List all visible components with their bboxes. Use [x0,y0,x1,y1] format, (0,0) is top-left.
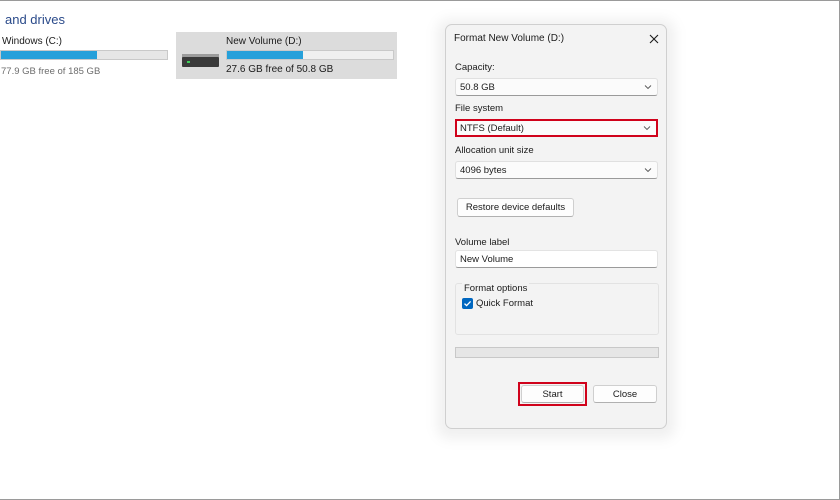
drive-free-space: 77.9 GB free of 185 GB [1,66,101,77]
chevron-down-icon [643,126,651,131]
drive-name: Windows (C:) [2,36,63,47]
close-button[interactable]: Close [593,385,657,403]
section-title: and drives [5,12,65,27]
drive-usage-fill [1,51,98,59]
chevron-down-icon [644,168,652,173]
allocation-select[interactable]: 4096 bytes [455,161,658,179]
drive-tile-d[interactable]: New Volume (D:) 27.6 GB free of 50.8 GB [176,32,397,79]
volume-label-label: Volume label [455,237,510,248]
restore-defaults-button[interactable]: Restore device defaults [457,198,574,217]
capacity-label: Capacity: [455,62,495,73]
explorer-window: and drives Windows (C:) 77.9 GB free of … [0,0,840,500]
volume-label-input[interactable]: New Volume [455,250,658,268]
chevron-down-icon [644,85,652,90]
close-icon[interactable] [645,30,663,48]
dialog-title: Format New Volume (D:) [454,33,565,44]
file-system-value: NTFS (Default) [460,123,524,134]
drive-usage-bar [0,50,168,60]
drive-tile-c[interactable]: Windows (C:) 77.9 GB free of 185 GB [0,33,172,77]
allocation-value: 4096 bytes [460,165,507,176]
drive-usage-fill [227,51,304,59]
quick-format-label: Quick Format [476,298,534,309]
format-options-label: Format options [462,283,530,294]
capacity-select[interactable]: 50.8 GB [455,78,658,96]
hard-drive-icon [182,54,219,68]
file-system-select[interactable]: NTFS (Default) [455,119,658,137]
format-progress-bar [455,347,659,358]
checkmark-icon [462,298,473,309]
file-system-label: File system [455,103,504,114]
drive-free-space: 27.6 GB free of 50.8 GB [226,64,334,75]
quick-format-checkbox[interactable]: Quick Format [462,298,533,309]
allocation-label: Allocation unit size [455,145,534,156]
format-options-group: Format options Quick Format [455,283,659,335]
drive-usage-bar [226,50,394,60]
drive-name: New Volume (D:) [226,36,302,47]
format-dialog: Format New Volume (D:) Capacity: 50.8 GB… [445,24,667,429]
start-button-highlight [518,382,587,406]
capacity-value: 50.8 GB [460,82,495,93]
